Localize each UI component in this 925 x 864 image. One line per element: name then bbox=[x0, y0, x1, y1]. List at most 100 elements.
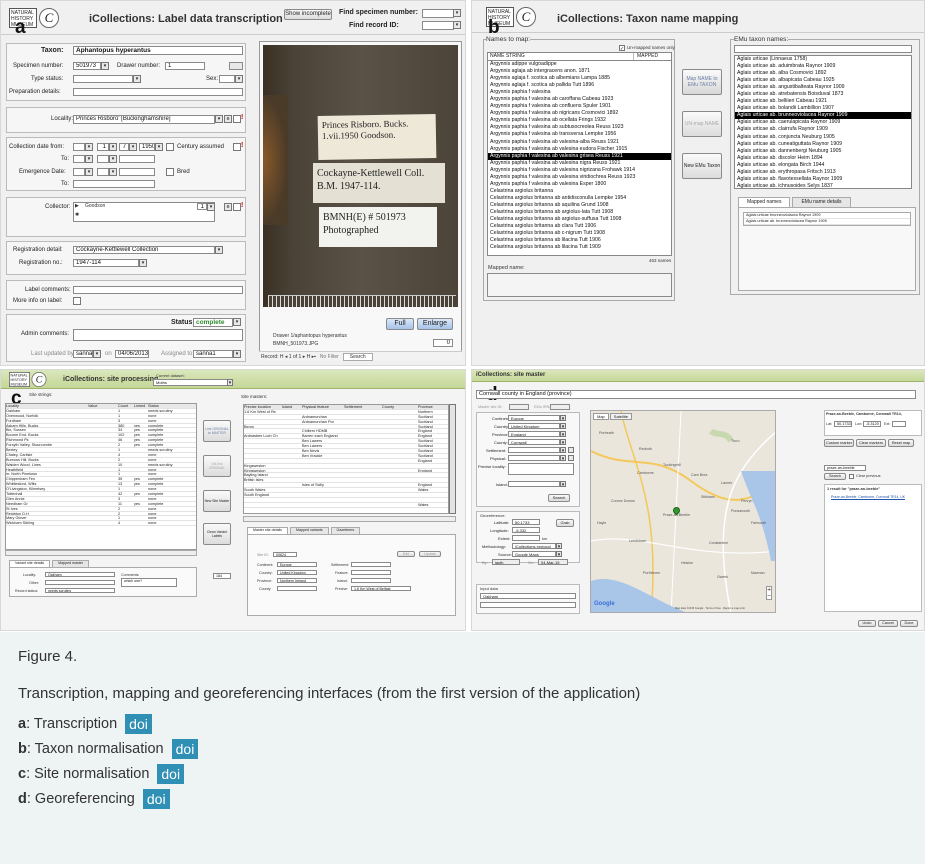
emu-taxon-item[interactable]: Aglais urticae ab. belliieri Cabeau 1921 bbox=[735, 98, 911, 105]
find-specimen-input[interactable] bbox=[422, 9, 454, 18]
settlement-select[interactable] bbox=[508, 447, 560, 453]
locality-flag-icon[interactable] bbox=[233, 115, 241, 123]
assigned-to-dropdown[interactable]: ▾ bbox=[233, 350, 241, 358]
name-string-item[interactable]: Celastrina argiolus britanna ab lilacina… bbox=[488, 237, 671, 244]
mapped-row[interactable]: Aglais urticae ab. brunneoviolacea Rayno… bbox=[744, 219, 910, 225]
admin-comments-input[interactable] bbox=[73, 329, 243, 341]
name-string-item[interactable]: Celastrina argiolus britanna ab clara Tu… bbox=[488, 223, 671, 230]
emu-taxon-item[interactable]: Aglais urticae ab. bolandii Lambillion 1… bbox=[735, 105, 911, 112]
place-lon-value[interactable]: -5.3120 bbox=[863, 421, 881, 427]
doi-link[interactable]: doi bbox=[142, 789, 170, 809]
prep-details-input[interactable] bbox=[73, 88, 243, 96]
status-select[interactable]: complete bbox=[193, 318, 233, 327]
taxon-input[interactable]: Aphantopus hyperantus bbox=[73, 46, 243, 55]
emu-taxon-item[interactable]: Aglais urticae ab. clairrufa Raynor 1909 bbox=[735, 126, 911, 133]
registration-detail-input[interactable]: Cockayne-Kettlewell Collection bbox=[73, 246, 215, 254]
name-string-item[interactable]: Argynnis paphia f valesina ab nigricans … bbox=[488, 110, 671, 117]
dates-flag-icon[interactable] bbox=[233, 143, 241, 151]
unmapped-only-checkbox[interactable]: ✓ bbox=[619, 45, 625, 52]
label-comments-input[interactable] bbox=[73, 286, 243, 294]
site-search-button[interactable]: Search bbox=[548, 494, 570, 502]
collector-flag-icon[interactable] bbox=[233, 203, 241, 211]
date-day-input[interactable] bbox=[73, 143, 85, 151]
tab-mapped-names[interactable]: Mapped names bbox=[738, 197, 791, 207]
specimen-number-dropdown[interactable]: ▾ bbox=[101, 62, 109, 70]
custom-marker-button[interactable]: Custom marker bbox=[824, 439, 854, 447]
master-county-value[interactable] bbox=[277, 586, 317, 591]
date-to-month-input[interactable] bbox=[97, 155, 109, 163]
longitude-input[interactable]: -5.332 bbox=[512, 527, 540, 533]
map-name-button[interactable]: Map NAME to EMu TAXON bbox=[682, 69, 722, 95]
variant-locality-value[interactable]: Oakham bbox=[45, 572, 115, 577]
emergence-day-input[interactable] bbox=[73, 168, 85, 176]
collector-count-input[interactable]: 1 bbox=[197, 203, 207, 210]
date-month-input[interactable]: 7 bbox=[119, 143, 129, 151]
name-string-item[interactable]: Argynnis paphia f valesina ab ocellata F… bbox=[488, 117, 671, 124]
island-select[interactable] bbox=[508, 481, 560, 487]
methodology-dropdown[interactable]: ▾ bbox=[556, 543, 562, 550]
date-day-dropdown[interactable]: ▾ bbox=[85, 143, 93, 151]
name-string-item[interactable]: Argynnis adippe vulgoadippe bbox=[488, 61, 671, 68]
emu-taxon-item[interactable]: Aglais urticae ab. aduimbrata Raynor 190… bbox=[735, 63, 911, 70]
grid-column-header[interactable]: Linked bbox=[134, 404, 148, 408]
grab-button[interactable]: Grab bbox=[556, 519, 574, 527]
specimen-number-input[interactable]: 501973 bbox=[73, 62, 101, 70]
unlink-original-button[interactable]: UN-link ORIGINAL bbox=[203, 455, 231, 477]
reset-map-button[interactable]: Reset map bbox=[888, 439, 914, 447]
assigned-to-select[interactable]: sanna1 bbox=[193, 350, 233, 358]
specimen-photo[interactable]: Princes Risboro. Bucks. 1.vii.1950 Goods… bbox=[263, 45, 458, 307]
emergence-year-input[interactable] bbox=[119, 168, 155, 176]
emu-taxon-item[interactable]: Aglais urticae ab. discolor Heim 1894 bbox=[735, 155, 911, 162]
tab-emu-name-details[interactable]: EMu name details bbox=[792, 197, 851, 207]
emu-taxon-item[interactable]: Aglais urticae ab. alba Cosmovici 1892 bbox=[735, 70, 911, 77]
name-string-item[interactable]: Celastrina argiolus britanna bbox=[488, 188, 671, 195]
emu-taxon-item[interactable]: Aglais urticae ab. albapicata Cabeau 192… bbox=[735, 77, 911, 84]
show-incomplete-button[interactable]: Show incomplete bbox=[284, 9, 332, 20]
date-year-input[interactable]: 1950 bbox=[139, 143, 155, 151]
name-string-item[interactable]: Argynnis aglaja ab intergracens anon. 18… bbox=[488, 68, 671, 75]
emu-taxon-item[interactable]: Aglais urticae ab. erythropasa Fritsch 1… bbox=[735, 169, 911, 176]
emu-taxon-item[interactable]: Aglais urticae ab. dannenbergi Neuburg 1… bbox=[735, 148, 911, 155]
google-map[interactable]: Portreath Redruth Camborne Tuckingmill Conno… bbox=[590, 410, 776, 613]
emergence-to-input[interactable] bbox=[73, 180, 155, 188]
emu-taxon-item[interactable]: Aglais urticae ab. caerulapicata Raynor … bbox=[735, 119, 911, 126]
name-string-item[interactable]: Argynnis paphia f valesina ab valesina g… bbox=[488, 152, 671, 160]
no-filter-indicator[interactable]: No Filter bbox=[320, 354, 339, 360]
done-button[interactable]: Done bbox=[900, 620, 918, 627]
place-search-input[interactable]: praze-an-beeble bbox=[824, 465, 866, 471]
extent-input[interactable] bbox=[512, 535, 540, 541]
name-string-item[interactable]: Argynnis paphia f valesina ab valesina-a… bbox=[488, 139, 671, 146]
emu-taxon-item[interactable]: Aglais urticae (Linnaeus 1758) bbox=[735, 56, 911, 63]
name-string-item[interactable]: Celastrina argiolus britanna ab argiolus… bbox=[488, 209, 671, 216]
site-locality-input[interactable]: Cornwall county in England (province) bbox=[476, 390, 916, 399]
site-strings-grid[interactable]: Locality Value Count Linked Status Oakham 1 nee… bbox=[5, 403, 197, 550]
clear-previous-checkbox[interactable] bbox=[849, 474, 854, 479]
continent-select[interactable]: Europe bbox=[508, 415, 560, 421]
grid-column-header[interactable]: Settlement bbox=[344, 405, 382, 409]
master-precise-value[interactable]: 1.6 Km West of Belfast bbox=[351, 586, 411, 591]
undo-button[interactable]: Undo bbox=[858, 620, 876, 627]
settlement-edit-icon[interactable] bbox=[568, 447, 574, 453]
date-month2-dropdown[interactable]: ▾ bbox=[129, 143, 137, 151]
type-status-dropdown[interactable]: ▾ bbox=[133, 75, 141, 83]
link-original-button[interactable]: Link ORIGINAL to MASTER bbox=[203, 420, 231, 442]
edit-master-button[interactable]: Edit bbox=[397, 551, 415, 557]
enlarge-button[interactable]: Enlarge bbox=[417, 318, 453, 330]
physical-dropdown[interactable]: ▾ bbox=[560, 455, 566, 462]
emu-taxon-item[interactable]: Aglais urticae ab. angustibalteata Rayno… bbox=[735, 84, 911, 91]
date-month-dropdown[interactable]: ▾ bbox=[109, 143, 117, 151]
name-string-item[interactable]: Argynnis paphia f valesina ab valesina e… bbox=[488, 146, 671, 153]
methodology-select[interactable]: iCollections protocol bbox=[512, 543, 556, 549]
type-status-select[interactable] bbox=[73, 75, 133, 83]
emu-taxon-item[interactable]: Aglais urticae ab. ichnusoides Selys 183… bbox=[735, 183, 911, 188]
find-specimen-dropdown[interactable]: ▾ bbox=[453, 9, 461, 17]
site-masters-grid[interactable]: Precise location Island Physical feature Se… bbox=[243, 404, 449, 514]
tab-master-site-details[interactable]: Master site details bbox=[247, 527, 288, 534]
sex-select[interactable] bbox=[219, 75, 235, 83]
place-search-button[interactable]: Search bbox=[824, 473, 846, 480]
emu-taxon-item[interactable]: Aglais urticae ab. elongata Birch 1944 bbox=[735, 162, 911, 169]
date-year-dropdown[interactable]: ▾ bbox=[155, 143, 163, 151]
name-string-item[interactable]: Argynnis paphia f valesina ab confluens … bbox=[488, 103, 671, 110]
current-dataset-select[interactable]: Moths bbox=[153, 379, 229, 386]
grid-column-header[interactable]: Status bbox=[148, 404, 188, 408]
